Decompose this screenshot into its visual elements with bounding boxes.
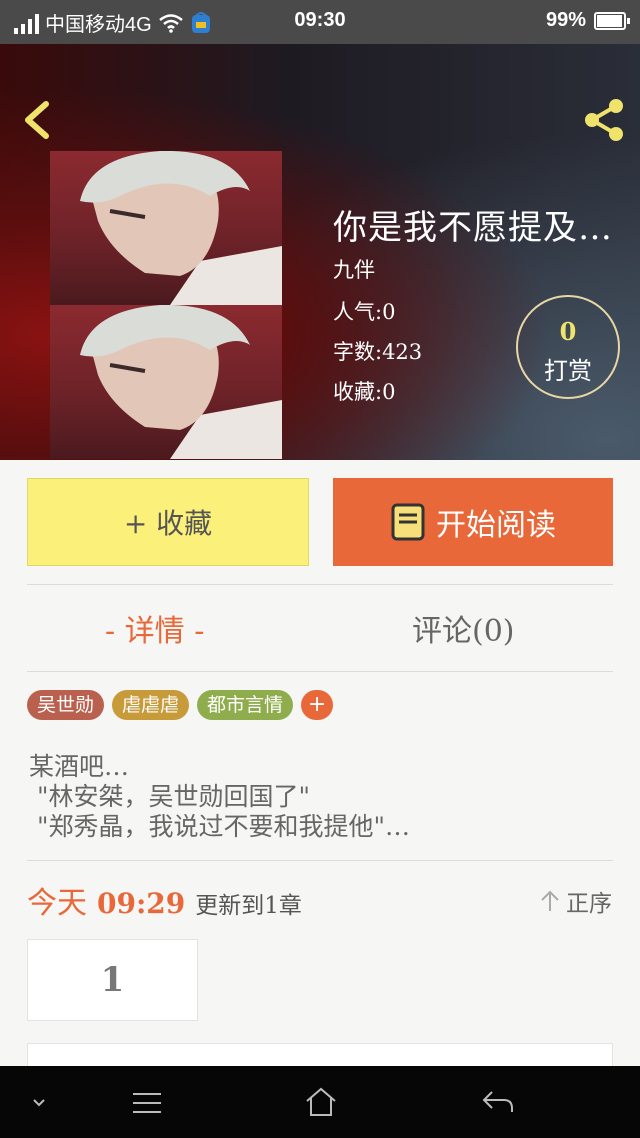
battery-percent: 99% <box>545 9 586 31</box>
book-word-count: 字数:423 <box>333 340 423 364</box>
cover-image-top <box>50 151 282 305</box>
sort-label: 正序 <box>566 891 612 917</box>
tab-comments[interactable]: 评论(0) <box>412 606 515 650</box>
menu-icon[interactable] <box>131 1090 163 1116</box>
reward-count: 0 <box>559 317 577 346</box>
cover-image-bottom <box>50 305 282 459</box>
share-button[interactable] <box>580 96 628 144</box>
book-author[interactable]: 九伴 <box>333 254 375 284</box>
book-favorites: 收藏:0 <box>333 380 396 404</box>
back-arrow-icon[interactable] <box>480 1088 516 1116</box>
synopsis-text: 某酒吧… "林安桀，吴世勋回国了" "郑秀晶，我说过不要和我提他"… <box>29 752 410 841</box>
tag-item[interactable]: 都市言情 <box>197 690 294 720</box>
tag-list: 吴世勋 虐虐虐 都市言情 + <box>27 690 334 720</box>
battery-icon <box>594 11 630 30</box>
book-popularity: 人气:0 <box>333 300 396 324</box>
status-bar: 中国移动4G 09:30 99% <box>0 0 640 44</box>
divider <box>27 584 613 585</box>
status-right: 99% <box>545 9 630 32</box>
tag-item[interactable]: 虐虐虐 <box>112 690 190 720</box>
system-nav-bar <box>0 1066 640 1138</box>
arrow-up-icon <box>541 890 559 911</box>
book-header: 你是我不愿提及… 九伴 人气:0 字数:423 收藏:0 0 打赏 <box>0 44 640 460</box>
book-title: 你是我不愿提及… <box>333 208 613 248</box>
start-reading-button[interactable]: 开始阅读 <box>333 478 613 566</box>
home-icon[interactable] <box>304 1086 338 1118</box>
divider <box>27 671 613 672</box>
update-info: 今天 09:29 更新到1章 <box>27 878 302 922</box>
favorite-label: + 收藏 <box>123 507 213 540</box>
chapter-item[interactable]: 1 <box>27 939 198 1021</box>
book-icon <box>391 503 425 541</box>
update-day: 今天 <box>27 886 87 921</box>
reward-label: 打赏 <box>544 357 592 385</box>
update-time: 09:29 <box>97 887 186 920</box>
tab-detail[interactable]: - 详情 - <box>105 606 204 650</box>
update-text: 更新到1章 <box>195 893 302 919</box>
read-label: 开始阅读 <box>436 508 556 543</box>
add-to-favorites-button[interactable]: + 收藏 <box>27 478 309 566</box>
chevron-down-icon[interactable] <box>28 1092 50 1112</box>
reward-button[interactable]: 0 打赏 <box>516 295 620 399</box>
divider <box>27 860 613 861</box>
back-button[interactable] <box>18 98 58 142</box>
add-tag-button[interactable]: + <box>301 690 334 720</box>
status-time: 09:30 <box>294 9 346 31</box>
book-cover[interactable] <box>50 151 282 460</box>
tag-item[interactable]: 吴世勋 <box>27 690 105 720</box>
sort-order-button[interactable]: 正序 <box>540 884 612 918</box>
